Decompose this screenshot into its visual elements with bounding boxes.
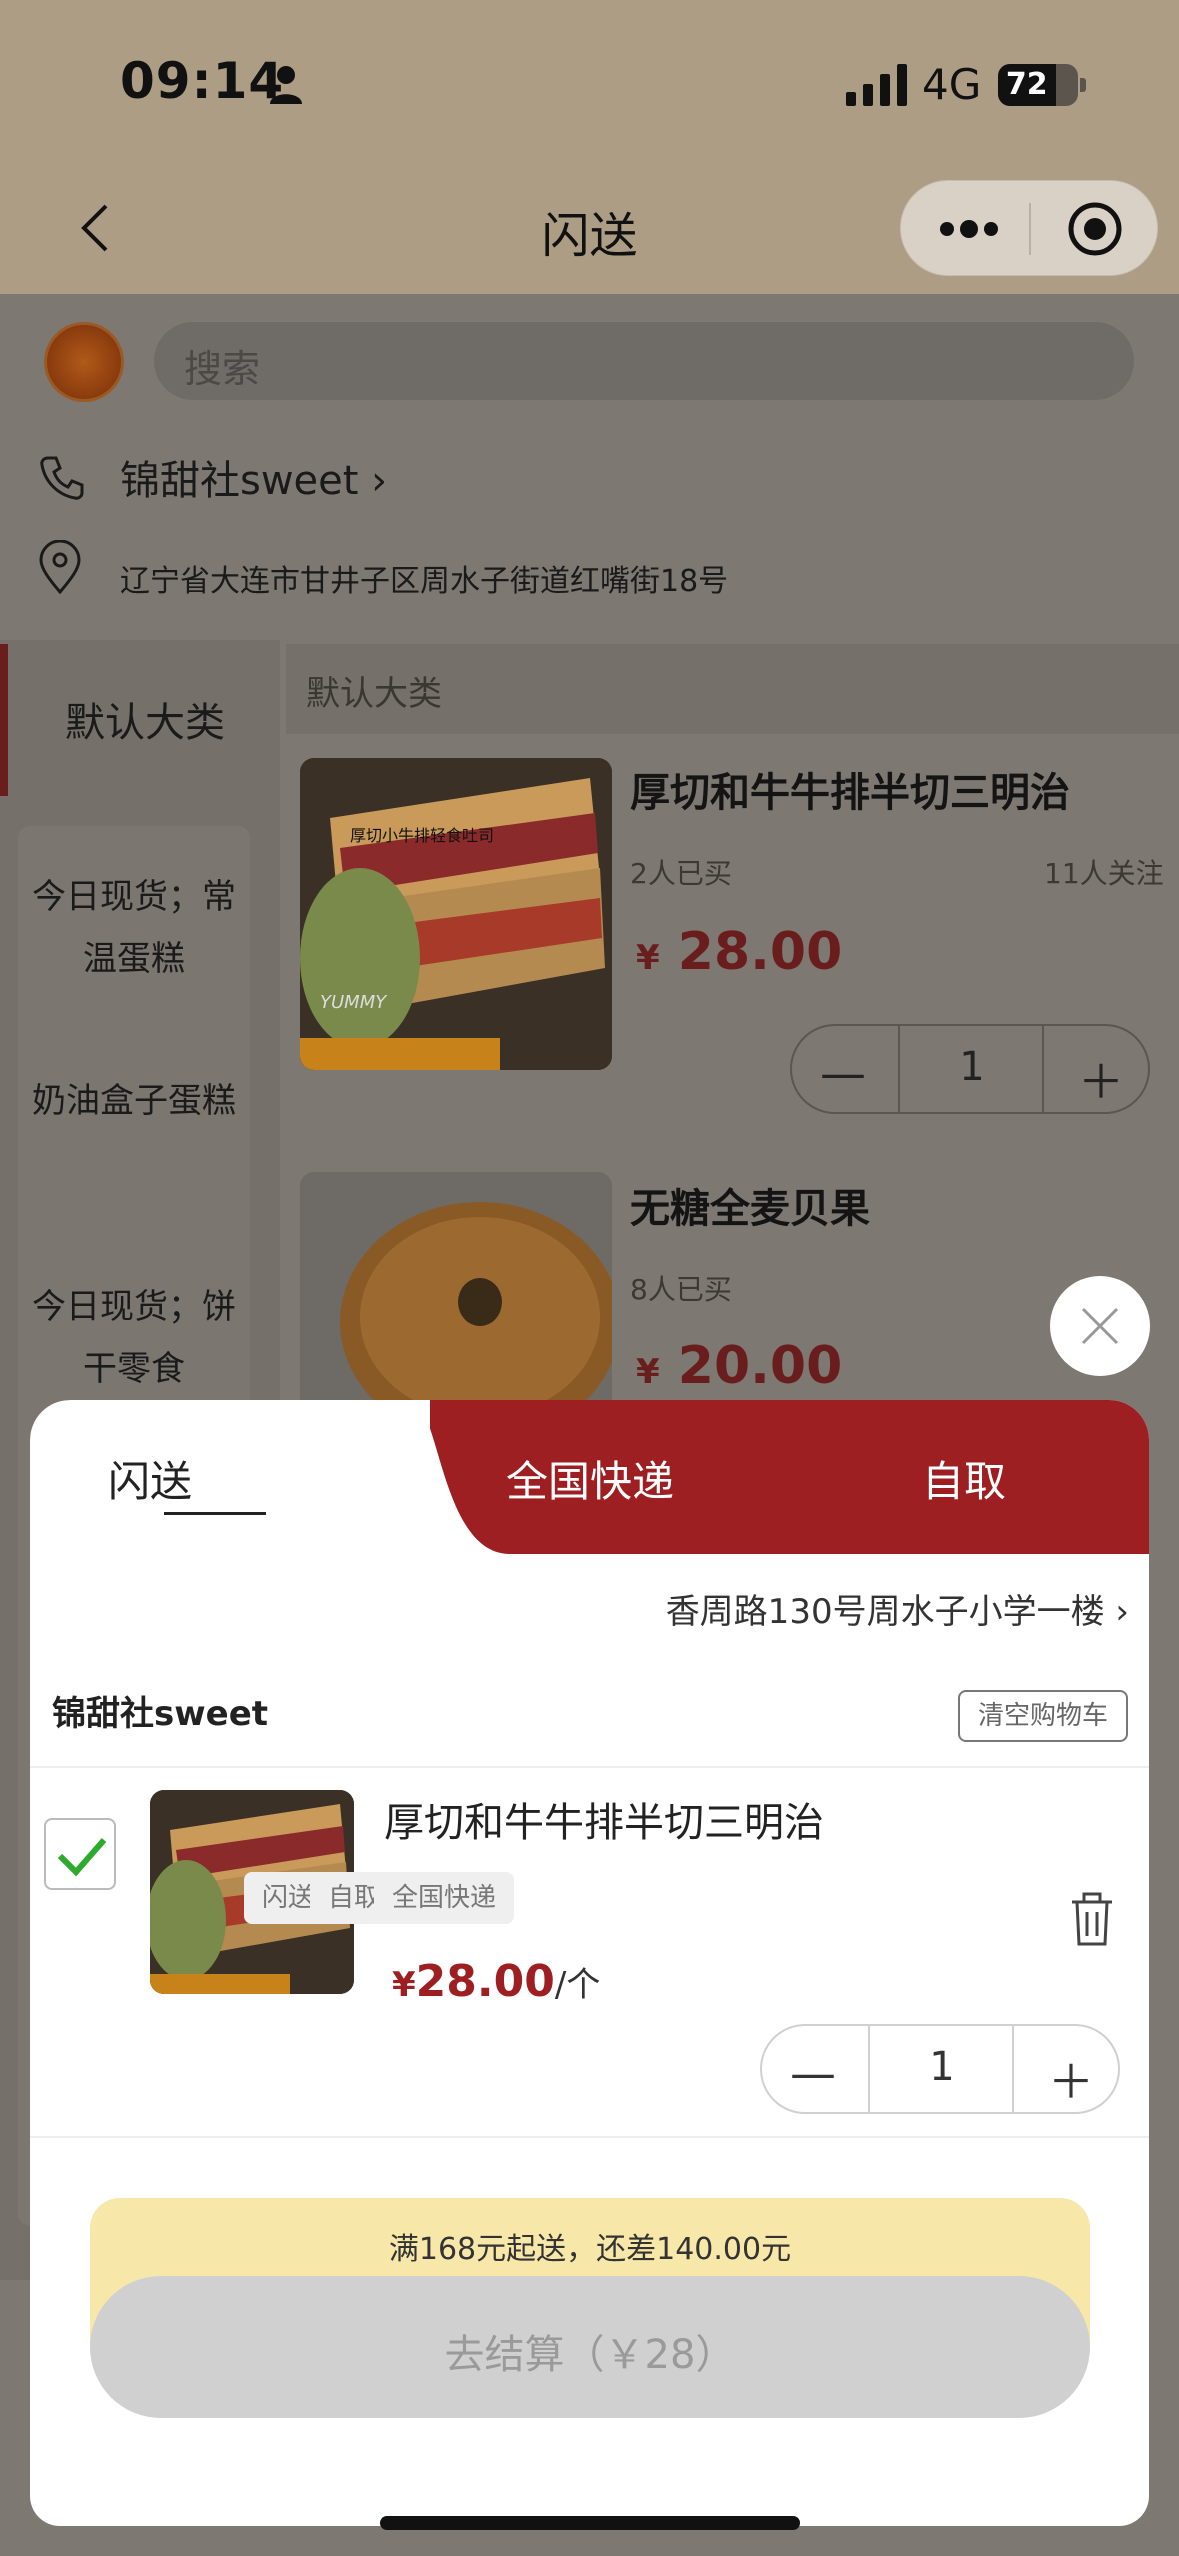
search-input[interactable]: 搜索 <box>154 322 1134 400</box>
price-value: 20.00 <box>677 1336 843 1396</box>
currency-symbol: ¥ <box>636 938 660 978</box>
product-name[interactable]: 厚切和牛牛排半切三明治 <box>630 760 1070 818</box>
search-placeholder: 搜索 <box>184 347 261 391</box>
product-price: ¥ 28.00 <box>636 922 842 982</box>
quantity-value[interactable]: 1 <box>912 2044 972 2090</box>
network-label: 4G <box>922 60 982 109</box>
price-unit: /个 <box>554 1965 601 2005</box>
clear-cart-button[interactable]: 清空购物车 <box>958 1690 1128 1742</box>
subcategory-item[interactable]: 今日现货；饼干零食 <box>18 1276 250 1400</box>
more-icon[interactable] <box>937 209 1001 249</box>
delivery-address: 香周路130号周水子小学一楼 <box>665 1592 1105 1632</box>
increment-button[interactable]: ＋ <box>1078 1046 1124 1112</box>
cart-item-name: 厚切和牛牛排半切三明治 <box>384 1800 824 1846</box>
stepper-divider <box>898 1026 900 1112</box>
delivery-address-link[interactable]: 香周路130号周水子小学一楼 › <box>666 1584 1129 1633</box>
cart-sheet: 闪送 全国快递 自取 香周路130号周水子小学一楼 › 锦甜社sweet 清空购… <box>30 1400 1149 2526</box>
decrement-button[interactable]: — <box>820 1046 866 1100</box>
product-name[interactable]: 无糖全麦贝果 <box>630 1176 870 1234</box>
person-icon <box>270 66 302 104</box>
quantity-value[interactable]: 1 <box>942 1044 1002 1090</box>
product-image[interactable]: 厚切小牛排轻食吐司 YUMMY <box>300 758 612 1070</box>
checkout-label: 去结算（￥28） <box>444 2332 736 2378</box>
item-checkbox[interactable] <box>44 1818 116 1890</box>
trash-icon[interactable] <box>1068 1890 1116 1948</box>
cart-store-name: 锦甜社sweet <box>52 1694 269 1734</box>
sandwich-image: 厚切小牛排轻食吐司 YUMMY <box>300 758 612 1070</box>
tab-curve <box>370 1400 510 1554</box>
close-icon <box>1081 1307 1119 1345</box>
quantity-stepper: — 1 ＋ <box>790 1024 1150 1114</box>
divider <box>30 1766 1149 1768</box>
close-mini-program-icon[interactable] <box>1067 201 1123 257</box>
phone-icon[interactable] <box>38 454 86 502</box>
shop-name-link[interactable]: 锦甜社sweet › <box>120 448 387 506</box>
close-cart-button[interactable] <box>1050 1276 1150 1376</box>
home-indicator <box>380 2516 800 2530</box>
location-icon <box>39 540 81 594</box>
mini-program-capsule <box>900 180 1158 276</box>
tag-chip: 全国快递 <box>374 1872 515 1924</box>
checkout-button[interactable]: 去结算（￥28） <box>90 2276 1090 2418</box>
check-icon <box>57 1838 107 1877</box>
price-value: 28.00 <box>677 922 843 982</box>
capsule-divider <box>1029 203 1031 255</box>
image-caption: 厚切小牛排轻食吐司 <box>350 826 494 845</box>
battery-icon: 72 <box>998 64 1078 106</box>
signal-icon <box>846 64 907 106</box>
product-bought-count: 8人已买 <box>630 1273 732 1306</box>
stepper-divider <box>1042 1026 1044 1112</box>
stepper-divider <box>868 2026 870 2112</box>
product-follow-count: 11人关注 <box>1044 857 1164 890</box>
product-section-title: 默认大类 <box>306 674 442 714</box>
product-price: ¥ 20.00 <box>636 1336 842 1396</box>
tab-national-express[interactable]: 全国快递 <box>506 1448 674 1509</box>
product-image[interactable] <box>300 1172 612 1422</box>
currency-symbol: ¥ <box>392 1965 416 2005</box>
shop-logo <box>44 322 124 402</box>
stepper-divider <box>1012 2026 1014 2112</box>
subcategory-item[interactable]: 奶油盒子蛋糕 <box>18 1070 250 1132</box>
currency-symbol: ¥ <box>636 1352 660 1392</box>
shop-address: 辽宁省大连市甘井子区周水子街道红嘴街18号 <box>120 564 729 599</box>
product-section-header: 默认大类 <box>286 644 1179 734</box>
battery-tip <box>1080 78 1086 92</box>
decrement-button[interactable]: — <box>790 2046 836 2100</box>
shop-name: 锦甜社sweet <box>120 458 359 504</box>
cart-quantity-stepper: — 1 ＋ <box>760 2024 1120 2114</box>
divider <box>30 2136 1149 2138</box>
tab-underline <box>164 1512 266 1515</box>
product-bought-count: 2人已买 <box>630 857 732 890</box>
min-order-text: 满168元起送，还差140.00元 <box>388 2232 792 2267</box>
subcategory-item[interactable]: 今日现货；常温蛋糕 <box>18 866 250 990</box>
battery-level: 72 <box>1005 67 1048 102</box>
image-caption-2: YUMMY <box>320 992 388 1013</box>
tab-self-pickup[interactable]: 自取 <box>922 1448 1006 1509</box>
cart-item-price: ¥28.00/个 <box>392 1956 600 2007</box>
increment-button[interactable]: ＋ <box>1048 2046 1094 2112</box>
bagel-image <box>300 1172 612 1422</box>
category-main[interactable]: 默认大类 <box>0 690 290 748</box>
status-time: 09:14 <box>120 52 285 110</box>
price-value: 28.00 <box>415 1956 555 2007</box>
tab-flash-delivery[interactable]: 闪送 <box>108 1448 192 1509</box>
